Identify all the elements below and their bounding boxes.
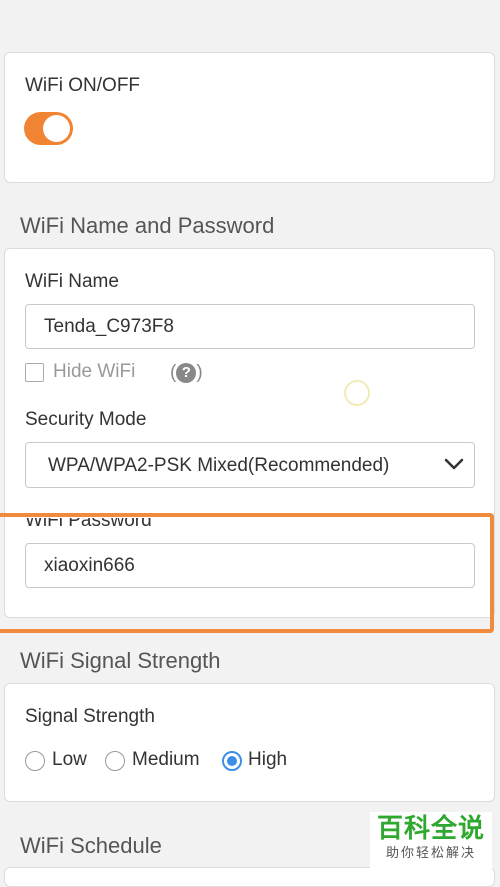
radio-high-label: High [248,749,288,770]
name-password-section-title: WiFi Name and Password [20,213,275,238]
schedule-section-title: WiFi Schedule [20,833,162,858]
signal-strength-label: Signal Strength [25,706,155,727]
watermark-title: 百科全说 [376,813,485,843]
radio-low-label: Low [52,749,87,770]
hide-wifi-label: Hide WiFi [53,361,136,382]
wifi-name-input[interactable]: Tenda_C973F8 [25,304,475,349]
wifi-password-input[interactable]: xiaoxin666 [25,543,475,588]
watermark-logo: 百科全说 助你轻松解决 [370,812,492,870]
security-mode-label: Security Mode [25,409,147,430]
watermark-subtitle: 助你轻松解决 [385,845,476,860]
toggle-knob [43,115,70,142]
chevron-down-icon [444,458,464,470]
security-mode-select[interactable]: WPA/WPA2-PSK Mixed(Recommended) [25,442,475,488]
hide-wifi-checkbox[interactable] [25,363,44,382]
wifi-name-label: WiFi Name [25,271,119,292]
radio-medium[interactable] [105,751,125,771]
wifi-toggle-label: WiFi ON/OFF [25,75,141,96]
signal-section-title: WiFi Signal Strength [20,648,221,673]
wifi-toggle-switch[interactable] [24,112,73,145]
loading-spinner-icon [344,380,370,406]
question-circle-icon[interactable]: (?) [170,362,203,384]
radio-high[interactable] [222,751,242,771]
security-mode-value: WPA/WPA2-PSK Mixed(Recommended) [48,455,390,476]
wifi-toggle-card [4,52,495,183]
radio-medium-label: Medium [132,749,200,770]
signal-card [4,683,495,802]
radio-low[interactable] [25,751,45,771]
schedule-card [4,867,495,887]
